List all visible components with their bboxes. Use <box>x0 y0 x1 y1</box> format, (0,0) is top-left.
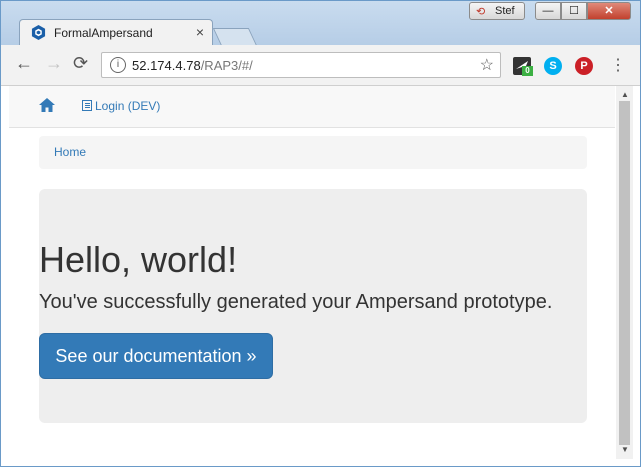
scroll-up-arrow-icon[interactable]: ▲ <box>621 90 629 99</box>
navbar: Login (DEV) <box>9 86 615 128</box>
scrollbar-thumb[interactable] <box>619 101 630 445</box>
url-host: 52.174.4.78 <box>132 58 201 73</box>
scroll-down-arrow-icon[interactable]: ▼ <box>621 445 629 454</box>
back-button[interactable]: ← <box>15 53 33 74</box>
browser-toolbar: ← → ⟳ i 52.174.4.78/RAP3/#/ ☆ 0 S P ⋮ <box>1 45 640 86</box>
jumbotron-text: You've successfully generated your Amper… <box>39 291 553 313</box>
forward-button[interactable]: → <box>45 53 63 74</box>
page-content: Login (DEV) Home Hello, world! You've su… <box>9 86 615 459</box>
user-profile-button[interactable]: ⟲ Stef <box>469 2 525 20</box>
home-icon[interactable] <box>39 98 55 112</box>
title-bar: FormalAmpersand × ⟲ Stef — ☐ ✕ <box>1 1 640 46</box>
browser-window: FormalAmpersand × ⟲ Stef — ☐ ✕ ← → ⟳ i 5… <box>0 0 641 467</box>
site-info-icon[interactable]: i <box>110 57 126 73</box>
browser-menu-icon[interactable]: ⋮ <box>610 55 626 75</box>
breadcrumb: Home <box>39 136 587 169</box>
jumbotron: Hello, world! You've successfully genera… <box>39 189 587 423</box>
breadcrumb-home-link[interactable]: Home <box>54 145 86 159</box>
pinterest-icon[interactable]: P <box>575 57 593 75</box>
url-text[interactable]: 52.174.4.78/RAP3/#/ <box>132 58 253 73</box>
documentation-button[interactable]: See our documentation » <box>39 333 273 379</box>
address-bar[interactable]: i 52.174.4.78/RAP3/#/ ☆ <box>101 52 501 78</box>
tab-close-icon[interactable]: × <box>196 24 204 40</box>
extension-icon[interactable]: 0 <box>513 57 533 76</box>
browser-tab[interactable]: FormalAmpersand × <box>19 19 213 45</box>
url-path: /RAP3/#/ <box>200 58 253 73</box>
tab-title: FormalAmpersand <box>54 26 153 40</box>
bookmark-star-icon[interactable]: ☆ <box>480 55 494 75</box>
login-link[interactable]: Login (DEV) <box>82 99 160 113</box>
maximize-button[interactable]: ☐ <box>561 2 587 20</box>
ampersand-logo-icon <box>31 25 46 40</box>
login-label: Login (DEV) <box>95 99 161 113</box>
extension-badge: 0 <box>522 66 533 76</box>
jumbotron-heading: Hello, world! <box>39 239 238 280</box>
profile-sync-icon: ⟲ <box>476 6 486 18</box>
skype-icon[interactable]: S <box>544 57 562 75</box>
reload-button[interactable]: ⟳ <box>73 53 88 74</box>
list-icon <box>82 100 92 111</box>
user-name: Stef <box>495 5 515 17</box>
new-tab-button[interactable] <box>212 28 258 46</box>
vertical-scrollbar[interactable]: ▲ ▼ <box>616 86 633 459</box>
window-close-button[interactable]: ✕ <box>587 2 631 20</box>
minimize-button[interactable]: — <box>535 2 561 20</box>
